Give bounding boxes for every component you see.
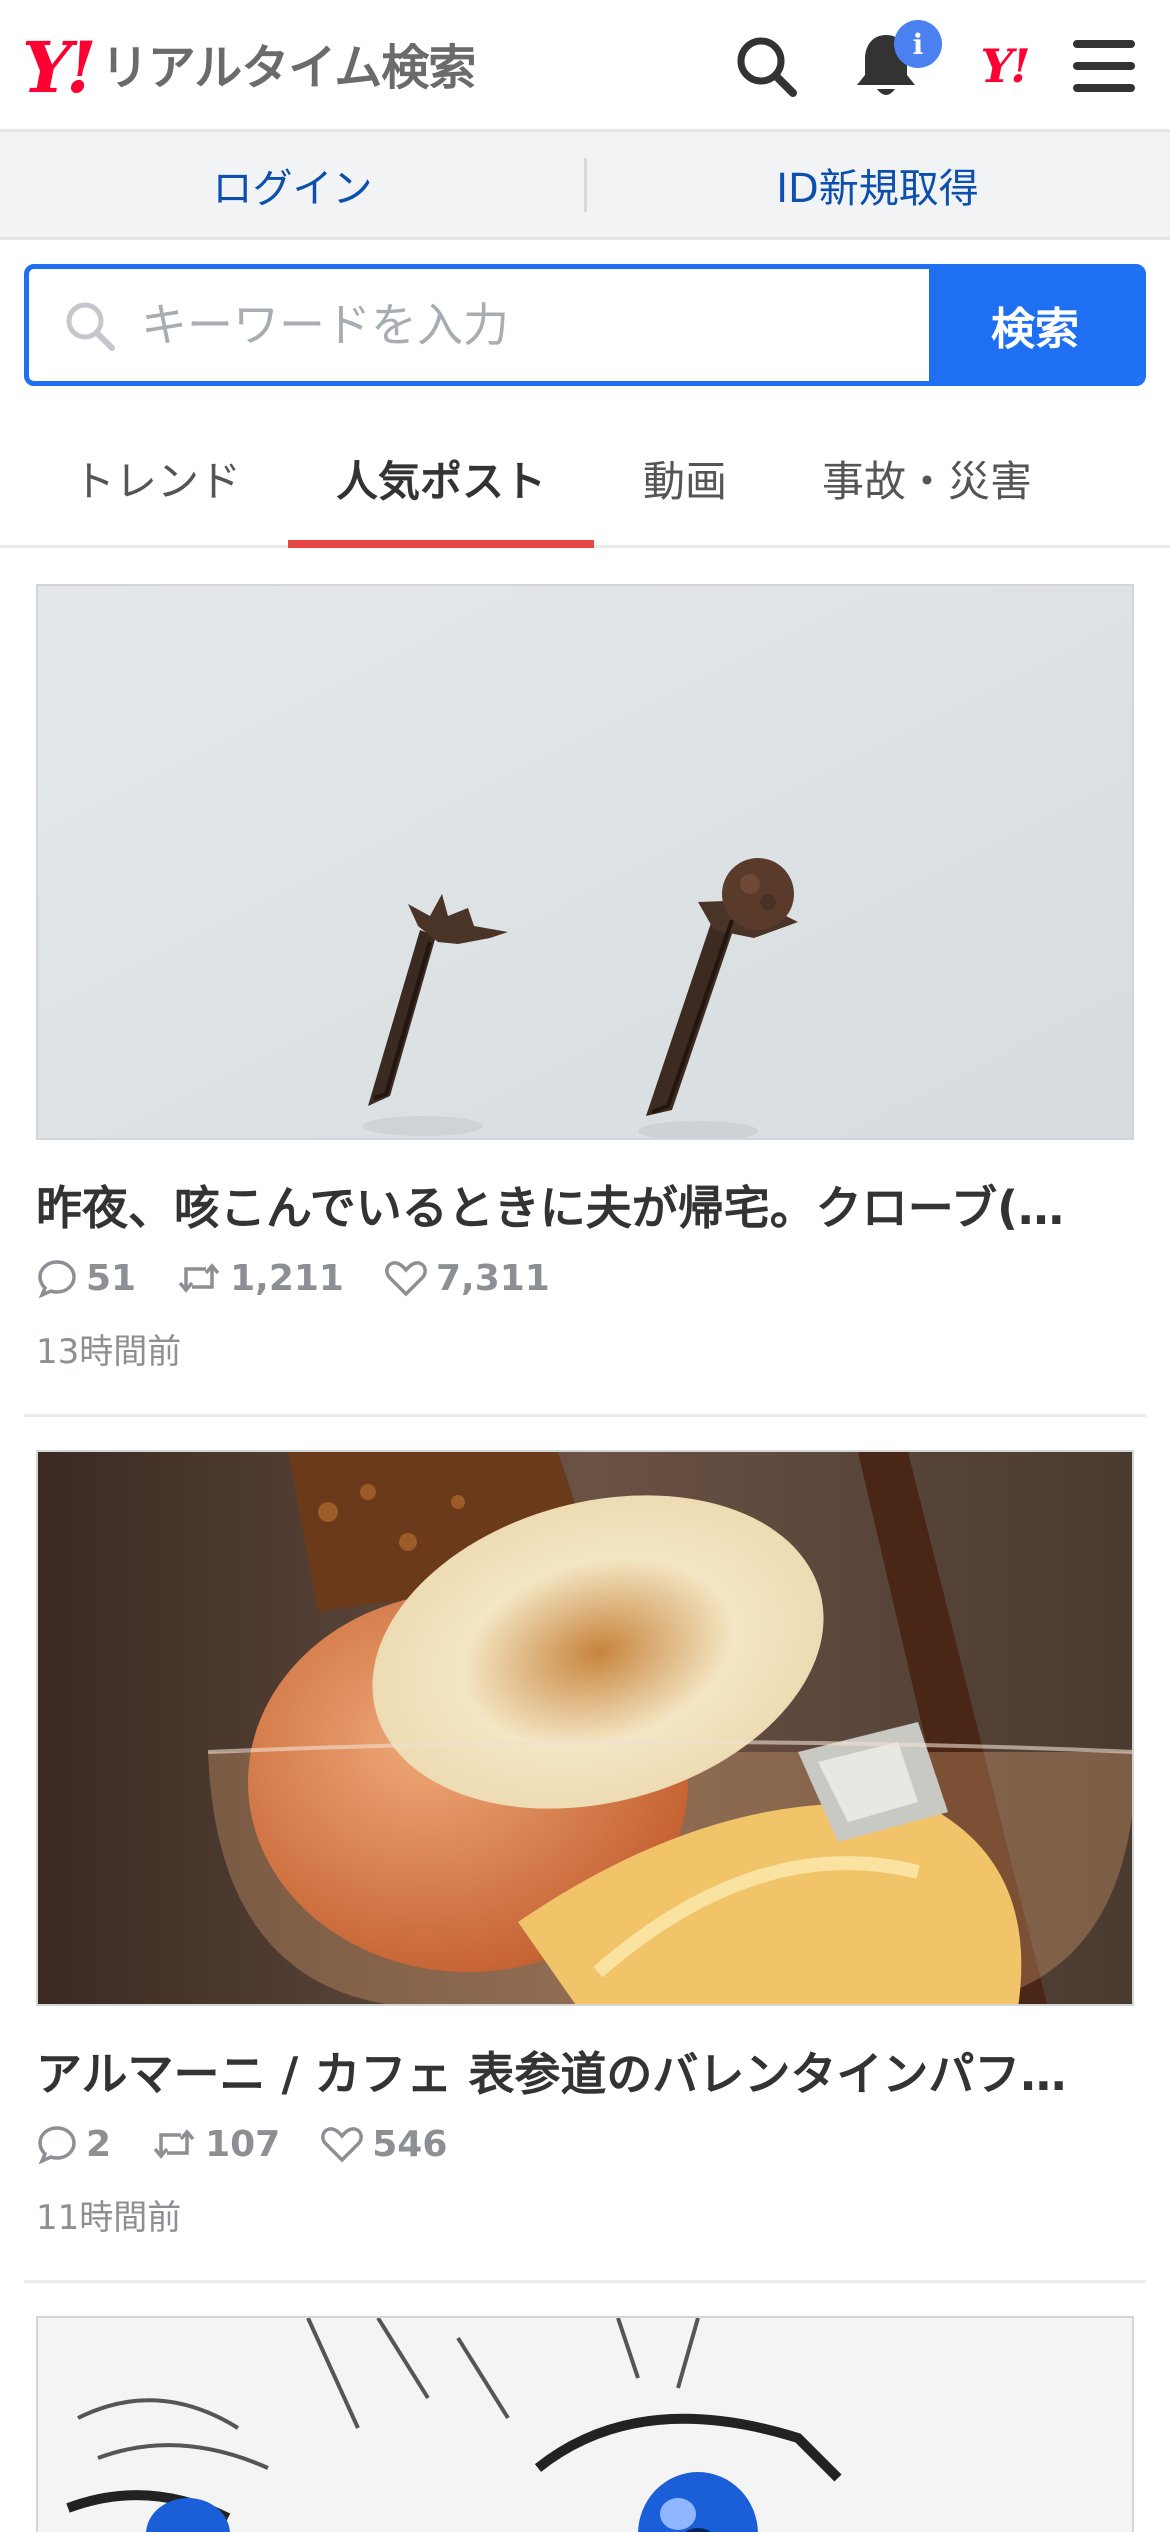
tab-trend[interactable]: トレンド — [42, 412, 272, 545]
auth-divider — [584, 158, 587, 212]
auth-bar: ログイン ID新規取得 — [0, 132, 1170, 240]
tab-accidents-disasters[interactable]: 事故・災害 — [790, 412, 1064, 545]
reply-count[interactable]: 51 — [36, 1257, 136, 1299]
reply-count-value: 2 — [86, 2123, 112, 2165]
post-title[interactable]: 昨夜、咳こんでいるときに夫が帰宅。クローブ(… — [36, 1172, 1136, 1238]
post-stats: 51 1,211 7,311 — [36, 1252, 590, 1304]
post-card[interactable]: アルマーニ / カフェ 表参道のバレンタインパフ… 2 107 546 11時間… — [24, 1450, 1146, 2283]
search-icon[interactable] — [726, 26, 806, 106]
notification-bell-icon[interactable]: i — [846, 20, 942, 106]
repost-count[interactable]: 107 — [151, 2123, 280, 2165]
reply-count[interactable]: 2 — [36, 2123, 111, 2165]
logo-text: リアルタイム検索 — [100, 40, 477, 96]
post-thumbnail-cloves[interactable] — [36, 584, 1134, 1140]
repost-count-value: 1,211 — [230, 1257, 344, 1299]
post-time: 11時間前 — [36, 2198, 182, 2238]
yahoo-realtime-logo[interactable]: Y! リアルタイム検索 — [22, 26, 477, 109]
post-stats: 2 107 546 — [36, 2118, 487, 2170]
like-count-value: 7,311 — [435, 1257, 550, 1299]
tab-popular-posts[interactable]: 人気ポスト — [288, 412, 594, 548]
category-tabs: トレンド 人気ポスト 動画 事故・災害 — [0, 412, 1170, 548]
yahoo-logo-mark: Y! — [22, 26, 97, 109]
like-count[interactable]: 546 — [320, 2123, 447, 2165]
post-card[interactable] — [24, 2316, 1146, 2532]
search-field-wrap — [29, 269, 929, 381]
post-card[interactable]: 昨夜、咳こんでいるときに夫が帰宅。クローブ(… 51 1,211 7,311 1… — [24, 584, 1146, 1417]
login-link[interactable]: ログイン — [0, 132, 585, 237]
search-button[interactable]: 検索 — [929, 269, 1141, 381]
repost-count[interactable]: 1,211 — [176, 1257, 344, 1299]
heart-icon — [385, 1261, 427, 1297]
post-thumbnail-parfait[interactable] — [36, 1450, 1134, 2006]
search-input-icon — [59, 295, 119, 355]
signup-link[interactable]: ID新規取得 — [585, 132, 1170, 237]
repost-icon — [178, 1263, 220, 1293]
yahoo-mark-icon: Y! — [980, 39, 1030, 93]
like-count-value: 546 — [372, 2123, 448, 2165]
tab-video[interactable]: 動画 — [610, 412, 760, 545]
like-count[interactable]: 7,311 — [384, 1257, 550, 1299]
repost-icon — [153, 2129, 195, 2159]
yahoo-top-link[interactable]: Y! — [964, 26, 1044, 106]
reply-icon — [38, 1260, 76, 1299]
repost-count-value: 107 — [205, 2123, 281, 2165]
post-title[interactable]: アルマーニ / カフェ 表参道のバレンタインパフ… — [36, 2038, 1136, 2104]
hamburger-menu-icon[interactable] — [1064, 26, 1144, 106]
heart-icon — [321, 2127, 364, 2163]
post-thumbnail-anime-eyes[interactable] — [36, 2316, 1134, 2532]
search-form: 検索 — [24, 264, 1146, 386]
post-time: 13時間前 — [36, 1332, 182, 1372]
reply-icon — [38, 2126, 76, 2165]
search-input[interactable] — [139, 297, 903, 353]
reply-count-value: 51 — [86, 1257, 137, 1299]
app-header: Y! リアルタイム検索 i Y! — [0, 0, 1170, 132]
notification-badge: i — [894, 20, 942, 68]
